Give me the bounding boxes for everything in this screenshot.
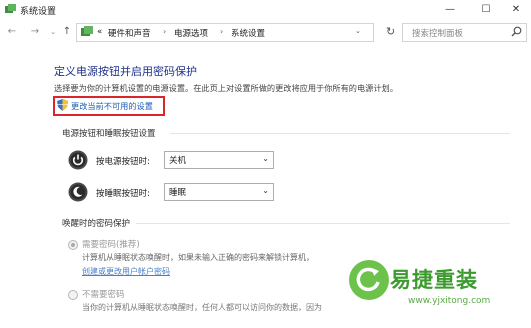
sleep-button-label: 按睡眠按钮时: (96, 189, 150, 199)
control-panel-icon (81, 26, 93, 36)
power-icon (68, 150, 88, 170)
refresh-logo-icon (356, 267, 380, 292)
wake-password-section-heading: 唤醒时的密码保护 (62, 219, 131, 229)
select-value: 睡眠 (169, 188, 187, 198)
uac-shield-icon (57, 99, 68, 111)
recent-pages-dropdown[interactable]: ⌄ (46, 25, 60, 39)
chevron-down-icon: ⌄ (262, 154, 269, 163)
maximize-button[interactable]: ☐ (472, 1, 500, 19)
window-title: 系统设置 (20, 7, 57, 17)
back-button[interactable]: ← (5, 25, 19, 39)
power-button-action-select[interactable]: 关机 ⌄ (164, 151, 274, 169)
breadcrumb-separator[interactable]: › (220, 27, 223, 36)
power-button-label: 按电源按钮时: (96, 157, 150, 167)
breadcrumb-separator[interactable]: › (163, 27, 166, 36)
create-change-password-link[interactable]: 创建或更改用户帐户密码 (82, 266, 170, 277)
power-section-heading: 电源按钮和睡眠按钮设置 (62, 129, 156, 139)
control-panel-icon (5, 4, 16, 13)
require-password-radio[interactable] (68, 240, 78, 250)
divider (136, 223, 510, 224)
no-password-radio[interactable] (68, 290, 78, 300)
breadcrumb-power-options[interactable]: 电源选项 (174, 27, 208, 39)
sleep-button-action-select[interactable]: 睡眠 ⌄ (164, 183, 274, 201)
close-button[interactable]: ✕ (502, 1, 530, 19)
watermark-url: www.yjxitong.com (408, 296, 491, 306)
no-password-label: 不需要密码 (82, 290, 125, 300)
select-value: 关机 (169, 156, 187, 166)
require-password-description: 计算机从睡眠状态唤醒时，如果未输入正确的密码来解锁计算机， (82, 253, 314, 262)
up-button[interactable]: ↑ (60, 25, 74, 39)
refresh-icon[interactable]: ↻ (386, 25, 395, 38)
watermark-brand: 易捷重装 (390, 268, 478, 292)
forward-button[interactable]: → (28, 25, 42, 39)
address-dropdown-icon[interactable]: ⌄ (355, 27, 361, 35)
minimize-button[interactable]: — (436, 1, 464, 19)
page-description: 选择要为你的计算机设置的电源设置。在此页上对设置所做的更改将应用于你所有的电源计… (54, 83, 398, 93)
divider (170, 133, 510, 134)
breadcrumb-system-settings[interactable]: 系统设置 (231, 27, 265, 39)
sleep-icon (68, 182, 88, 202)
address-overflow[interactable]: « (97, 27, 102, 37)
chevron-down-icon: ⌄ (262, 186, 269, 195)
watermark-logo (349, 260, 389, 300)
search-input[interactable]: 搜索控制面板 (412, 27, 463, 39)
require-password-label: 需要密码(推荐) (82, 240, 140, 250)
page-title: 定义电源按钮并启用密码保护 (54, 65, 197, 78)
change-unavailable-settings-link[interactable]: 更改当前不可用的设置 (71, 100, 153, 112)
breadcrumb-hardware-sound[interactable]: 硬件和声音 (108, 27, 151, 39)
no-password-description: 当你的计算机从睡眠状态唤醒时，任何人都可以访问你的数据，因为 (82, 303, 322, 312)
search-icon[interactable] (511, 26, 522, 37)
